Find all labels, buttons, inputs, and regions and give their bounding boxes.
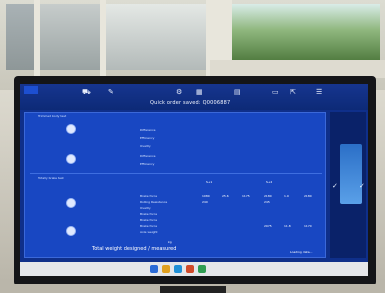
settings-icon[interactable]: ☰ (316, 88, 322, 96)
window-pane (106, 4, 206, 70)
row-label: Brake force (140, 212, 158, 216)
monitor-stand (160, 286, 226, 293)
row-label: Axle weight (140, 230, 158, 234)
row-label: Brake force (140, 224, 158, 228)
export-icon[interactable]: ⇱ (290, 88, 296, 96)
row-label: Difference (140, 128, 156, 132)
row-label: Efficiency (140, 162, 155, 166)
app-icon[interactable] (198, 265, 206, 273)
window-pane-outdoor (232, 4, 380, 62)
footer-status: Loading data... (290, 250, 313, 254)
taskbar (20, 262, 368, 276)
wheel-icon (66, 226, 76, 236)
value-cell: 2180 (304, 194, 312, 198)
column-group: S+2 (266, 180, 273, 184)
row-label: Rolling Resistance (140, 200, 168, 204)
window-title: Quick order saved: Q0006887 (150, 100, 231, 106)
app-logo (24, 86, 38, 94)
section-title: Totally brake test (38, 176, 64, 180)
value-cell: 1175 (242, 194, 250, 198)
section-title: Trimmed body test (38, 114, 67, 118)
value-cell: 2180 (264, 194, 272, 198)
wheel-icon (66, 198, 76, 208)
wrench-icon[interactable]: ✎ (108, 88, 114, 96)
value-cell: 2975 (264, 224, 272, 228)
column-group: S+1 (206, 180, 213, 184)
start-icon[interactable] (150, 265, 158, 273)
car-icon[interactable]: ⛟ (82, 88, 91, 97)
value-cell: 240 (202, 200, 208, 204)
row-label: Difference (140, 154, 156, 158)
value-cell: 245 (264, 200, 270, 204)
value-cell: 25.6 (222, 194, 229, 198)
check-icon: ✓ (359, 182, 365, 190)
row-label: Ovality (140, 144, 151, 148)
row-label: Ovality (140, 206, 151, 210)
value-cell: 1170 (304, 224, 312, 228)
row-label: Efficiency (140, 136, 155, 140)
row-label: Brake force (140, 194, 158, 198)
app-icon[interactable] (186, 265, 194, 273)
total-weight-label: Total weight designed / measured (92, 246, 177, 252)
folder-icon[interactable] (162, 265, 170, 273)
value-cell: 1080 (202, 194, 210, 198)
garage-icon[interactable]: ▦ (196, 88, 203, 96)
browser-icon[interactable] (174, 265, 182, 273)
window-pane (6, 4, 36, 70)
unit-label: kg (168, 240, 172, 244)
wheel-icon (66, 124, 76, 134)
vehicle-graphic (340, 144, 362, 204)
row-label: Brake force (140, 218, 158, 222)
printer-icon[interactable]: ▤ (234, 88, 241, 96)
app-header: ⛟ ✎ ⚙ ▦ ▤ ▭ ⇱ ☰ Quick order saved: Q0006… (20, 84, 368, 110)
wheel-icon (66, 154, 76, 164)
check-icon: ✓ (332, 182, 338, 190)
value-cell: 11.8 (284, 224, 291, 228)
screen: ⛟ ✎ ⚙ ▦ ▤ ▭ ⇱ ☰ Quick order saved: Q0006… (20, 84, 368, 276)
divider (30, 173, 322, 174)
value-cell: 1.9 (284, 194, 289, 198)
gear-icon[interactable]: ⚙ (176, 88, 182, 96)
window-pane (40, 4, 100, 70)
document-icon[interactable]: ▭ (272, 88, 279, 96)
